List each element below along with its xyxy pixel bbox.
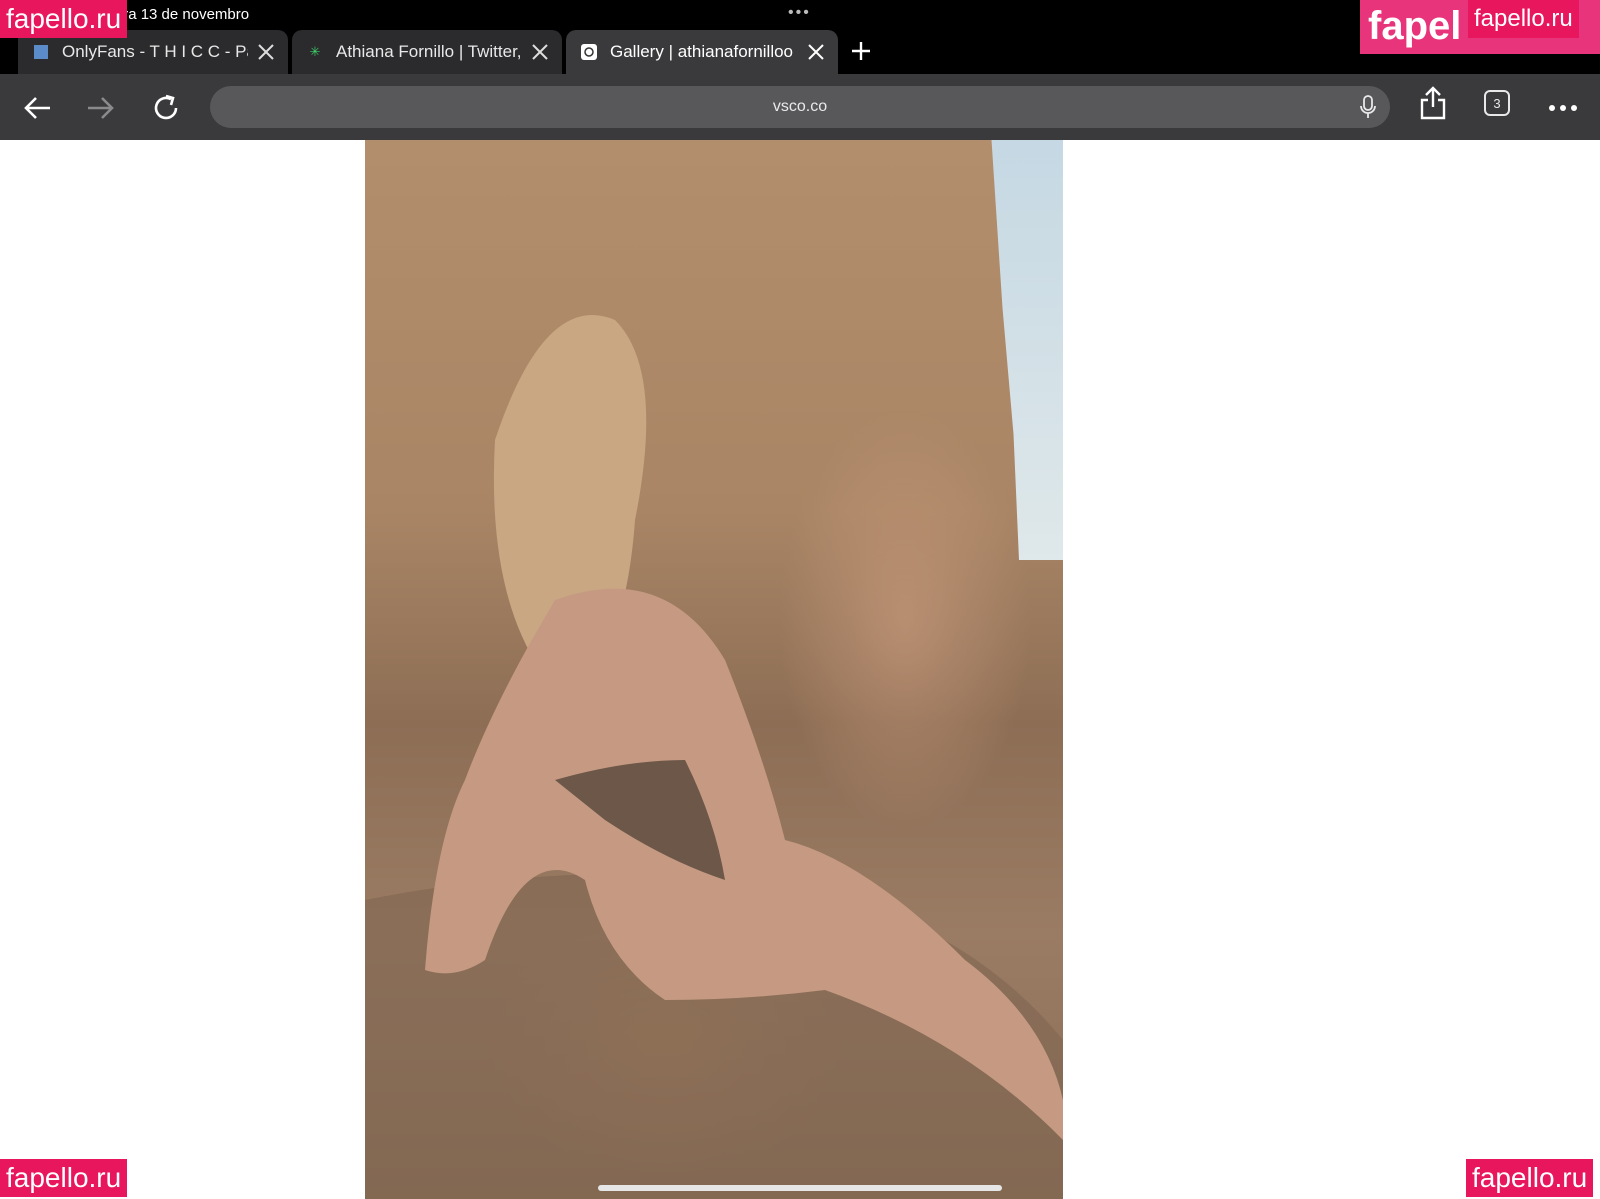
multitask-dots[interactable]: ••• — [788, 4, 811, 22]
close-icon[interactable] — [254, 40, 278, 64]
onlyfans-icon — [32, 43, 50, 61]
new-tab-icon[interactable] — [848, 38, 874, 64]
gallery-photo[interactable] — [365, 140, 1063, 1199]
tab-twitter[interactable]: ✳ Athiana Fornillo | Twitter, — [292, 30, 562, 74]
tab-count-button[interactable]: 3 — [1484, 90, 1510, 116]
tab-gallery[interactable]: Gallery | athianafornilloo — [566, 30, 838, 74]
sparkle-icon: ✳ — [309, 44, 321, 59]
more-options-icon[interactable] — [1546, 91, 1580, 125]
tab-title: Athiana Fornillo | Twitter, — [336, 42, 522, 61]
tab-title: OnlyFans - T H I C C - Pa — [62, 42, 248, 61]
page-content — [0, 140, 1600, 1199]
home-indicator — [598, 1185, 1002, 1191]
forward-arrow-icon[interactable] — [84, 91, 118, 125]
reload-icon[interactable] — [149, 91, 183, 125]
watermark-top-left: fapello.ru — [0, 0, 128, 38]
microphone-icon[interactable] — [1356, 94, 1380, 120]
back-arrow-icon[interactable] — [20, 91, 54, 125]
address-bar[interactable]: vsco.co — [210, 86, 1390, 128]
tab-title: Gallery | athianafornilloo — [610, 42, 794, 61]
url-text: vsco.co — [772, 98, 828, 115]
watermark-bottom-right: fapello.ru — [1466, 1159, 1594, 1197]
photo-figure — [365, 315, 1063, 1199]
close-icon[interactable] — [804, 40, 828, 64]
vsco-icon — [580, 43, 598, 61]
share-icon[interactable] — [1416, 86, 1450, 120]
watermark-top-right: fapello.ru — [1468, 0, 1579, 38]
close-icon[interactable] — [528, 40, 552, 64]
watermark-bottom-left: fapello.ru — [0, 1159, 128, 1197]
browser-toolbar: vsco.co 3 — [0, 74, 1600, 140]
